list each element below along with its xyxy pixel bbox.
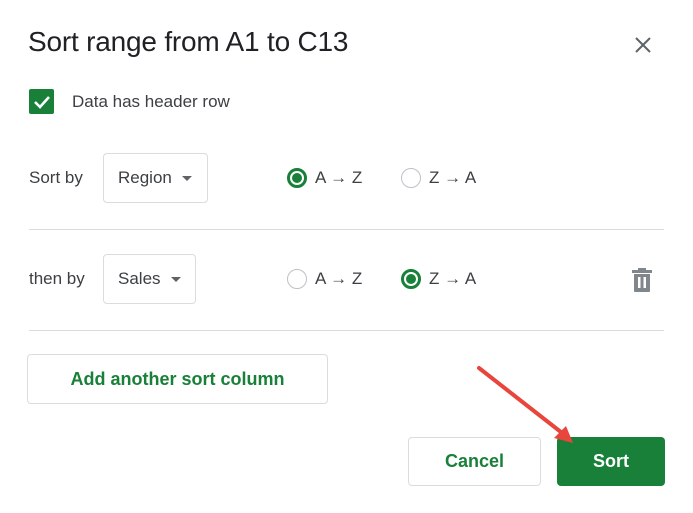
radio-label: Z → A <box>429 269 477 288</box>
sort-by-label: Sort by <box>29 168 83 187</box>
then-by-radio-desc[interactable]: Z → A <box>401 269 476 289</box>
divider <box>29 229 664 230</box>
sort-by-row: Sort by <box>29 168 83 188</box>
sort-button[interactable]: Sort <box>557 437 665 486</box>
chevron-down-icon <box>181 175 192 181</box>
close-button[interactable] <box>630 32 656 58</box>
header-row-checkbox[interactable] <box>29 89 54 114</box>
sort-by-column-select[interactable]: Region <box>103 153 208 203</box>
radio-label: A → Z <box>315 168 363 187</box>
chevron-down-icon <box>170 276 181 282</box>
radio-unselected-icon <box>287 269 307 289</box>
trash-icon <box>632 268 652 292</box>
sort-by-radio-desc[interactable]: Z → A <box>401 168 476 188</box>
cancel-button[interactable]: Cancel <box>408 437 541 486</box>
close-icon <box>635 37 651 53</box>
then-by-radio-asc[interactable]: A → Z <box>287 269 362 289</box>
then-by-label: then by <box>29 269 85 288</box>
radio-selected-icon <box>287 168 307 188</box>
radio-label: A → Z <box>315 269 363 288</box>
then-by-column-select[interactable]: Sales <box>103 254 196 304</box>
radio-selected-icon <box>401 269 421 289</box>
then-by-row: then by <box>29 269 85 289</box>
dialog-title: Sort range from A1 to C13 <box>28 26 349 57</box>
header-row-checkbox-row[interactable]: Data has header row <box>29 89 230 114</box>
radio-unselected-icon <box>401 168 421 188</box>
add-sort-column-button[interactable]: Add another sort column <box>27 354 328 404</box>
check-icon <box>33 95 50 109</box>
delete-sort-rule-button[interactable] <box>629 266 655 294</box>
sort-by-column-value: Region <box>118 168 172 187</box>
sort-by-radio-asc[interactable]: A → Z <box>287 168 362 188</box>
then-by-column-value: Sales <box>118 269 161 288</box>
radio-label: Z → A <box>429 168 477 187</box>
header-row-label: Data has header row <box>72 91 230 111</box>
divider <box>29 330 664 331</box>
